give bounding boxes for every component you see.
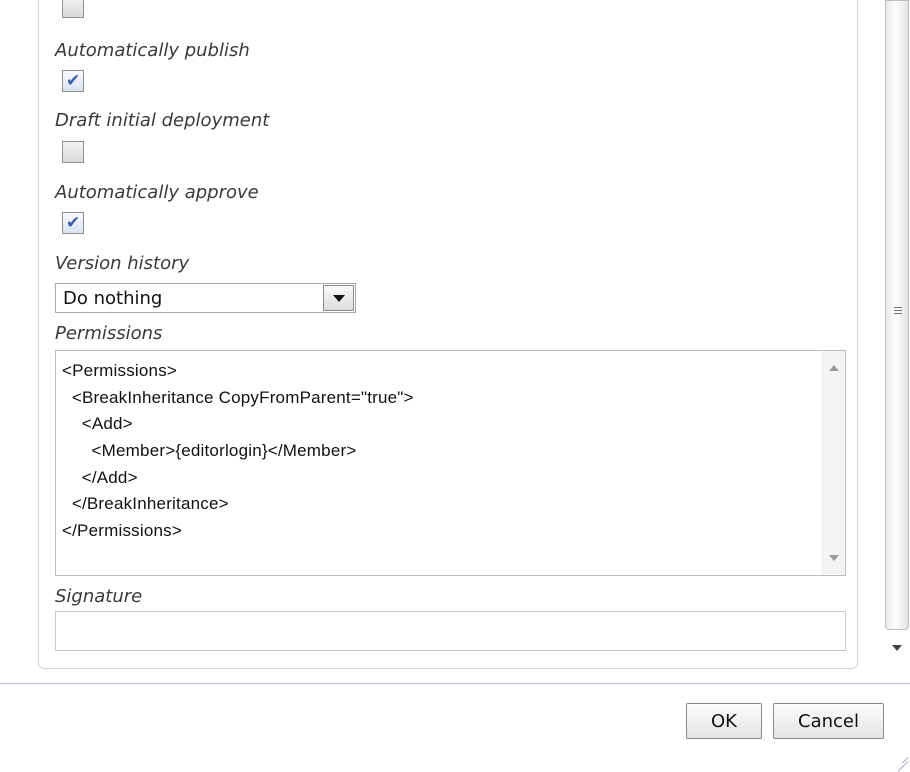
permissions-label: Permissions — [55, 323, 163, 344]
page-scrollbar[interactable] — [883, 0, 910, 682]
auto-approve-checkbox[interactable]: ✔ — [62, 212, 84, 234]
arrow-up-icon[interactable] — [829, 365, 839, 371]
auto-publish-label: Automatically publish — [55, 40, 250, 61]
previous-option-checkbox[interactable] — [62, 0, 84, 18]
scrollbar-thumb[interactable] — [885, 0, 909, 630]
permissions-line: </BreakInheritance> — [62, 494, 229, 513]
arrow-down-icon[interactable] — [829, 555, 839, 561]
chevron-down-icon — [333, 295, 345, 302]
version-history-value: Do nothing — [63, 288, 163, 309]
draft-initial-deployment-label: Draft initial deployment — [55, 110, 270, 131]
signature-label: Signature — [55, 586, 143, 607]
permissions-line: <Member>{editorlogin}</Member> — [62, 441, 357, 460]
signature-input[interactable] — [55, 611, 846, 651]
permissions-line: <BreakInheritance CopyFromParent="true"> — [62, 388, 414, 407]
checkmark-icon: ✔ — [66, 213, 81, 233]
auto-publish-checkbox[interactable]: ✔ — [62, 70, 84, 92]
grip-icon — [894, 307, 902, 316]
permissions-line: <Add> — [62, 414, 133, 433]
cancel-button[interactable]: Cancel — [773, 703, 884, 739]
ok-button[interactable]: OK — [686, 703, 762, 739]
footer-divider — [0, 683, 910, 684]
version-history-label: Version history — [55, 253, 190, 274]
permissions-line: </Permissions> — [62, 521, 182, 540]
auto-approve-label: Automatically approve — [55, 182, 259, 203]
draft-initial-deployment-checkbox[interactable] — [62, 141, 84, 163]
permissions-textarea[interactable]: <Permissions> <BreakInheritance CopyFrom… — [55, 350, 846, 576]
permissions-line: <Permissions> — [62, 361, 178, 380]
checkmark-icon: ✔ — [66, 71, 81, 91]
permissions-line: </Add> — [62, 468, 138, 487]
textarea-scrollbar[interactable] — [822, 351, 845, 575]
arrow-down-icon[interactable] — [892, 645, 902, 651]
resize-grip-icon[interactable] — [894, 751, 909, 772]
version-history-select[interactable]: Do nothing — [55, 283, 356, 313]
dropdown-button[interactable] — [323, 285, 354, 311]
